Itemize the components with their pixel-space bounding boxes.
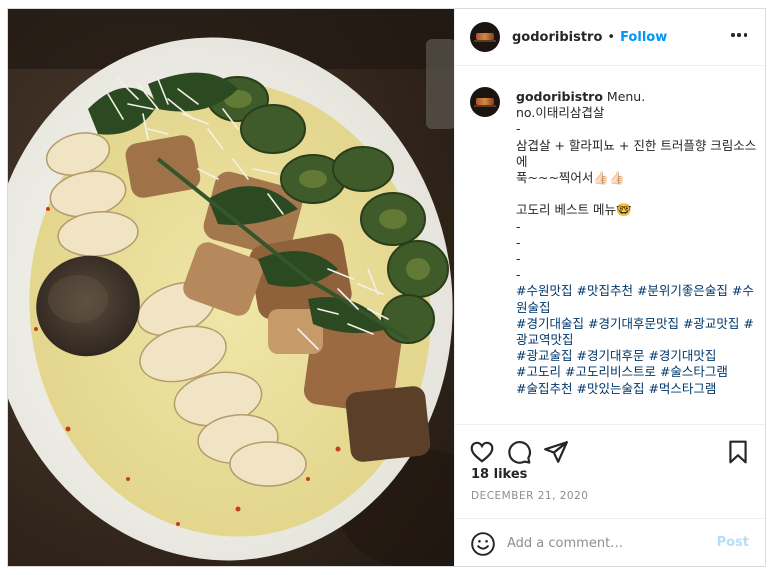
smiley-icon[interactable] [470,531,496,557]
hashtag-link[interactable]: #수 [732,283,754,298]
hashtag-link[interactable]: #분위기좋은술집 [637,283,728,298]
caption-line: - [516,251,760,267]
caption-line-text: - [516,234,521,250]
separator-dot: • [607,29,616,45]
comment-form: Post [455,518,765,566]
caption-line: - [516,267,760,283]
caption-line-text: no.이태리삼겹살 [516,105,605,121]
comment-icon[interactable] [506,439,532,465]
hashtag-line: #고도리 #고도리비스트로 #술스타그램 [516,364,760,380]
caption-text: godoribistro Menu. no.이태리삼겹살 - 삼겹살 + 할라피뇨 +… [516,89,760,397]
caption-line-text: - [516,218,521,234]
hashtag-line: #수원맛집 #맛집추천 #분위기좋은술집 #수 [516,283,760,299]
hashtag-link[interactable]: #술집추천 [516,381,572,396]
caption-line: - [516,219,760,235]
hashtag-link[interactable]: 원술집 [516,300,551,315]
post-date[interactable]: DECEMBER 21, 2020 [471,490,588,502]
caption-line: godoribistro Menu. [516,89,760,105]
avatar[interactable] [470,22,500,52]
username-link[interactable]: godoribistro [512,30,602,45]
instagram-post: godoribistro • Follow godoribistro Menu.… [7,8,766,567]
caption-line: - [516,121,760,137]
hashtag-line: #술집추천 #맛있는술집 #먹스타그램 [516,381,760,397]
caption-line-text: 에 [516,153,528,169]
food-photo-illustration [8,9,454,566]
caption-lines: godoribistro Menu. no.이태리삼겹살 - 삼겹살 + 할라피뇨 +… [516,89,760,397]
comment-input[interactable] [507,533,697,553]
caption-line-text: Menu. [606,89,646,104]
hashtag-link[interactable]: #광교술집 [516,348,572,363]
caption-line-text: 삼겹살 + 할라피뇨 + 진한 트러플향 크림소스 [516,137,757,153]
hashtag-link[interactable]: #맛집추천 [576,283,632,298]
caption-line-text: - [516,251,521,267]
caption-line: 고도리 베스트 메뉴🤓 [516,202,760,218]
hashtag-link[interactable]: #술스타그램 [660,364,728,379]
hashtag-link[interactable]: #고도리 [516,364,561,379]
caption-line: no.이태리삼겹살 [516,105,760,121]
bookmark-icon[interactable] [725,439,751,465]
hashtag-link[interactable]: #경기대술집 [516,316,584,331]
caption-line: - [516,235,760,251]
hashtag-link[interactable]: #고도리비스트로 [565,364,656,379]
hashtag-line: #광교술집 #경기대후문 #경기대맛집 [516,348,760,364]
hashtag-line: 원술집 [516,300,760,316]
hashtag-link[interactable]: #맛있는술집 [576,381,644,396]
post-side-panel: godoribistro • Follow godoribistro Menu.… [454,9,765,566]
post-photo[interactable] [8,9,454,566]
caption-line-text: - [516,267,521,283]
hashtag-line: #경기대술집 #경기대후문맛집 #광교맛집 # [516,316,760,332]
more-horizontal-icon[interactable] [731,33,747,37]
hashtag-link[interactable]: #경기대맛집 [648,348,716,363]
hashtag-link[interactable]: #경기대후문 [576,348,644,363]
post-header: godoribistro • Follow [455,9,765,66]
caption-line: 에 [516,154,760,170]
caption-username-link[interactable]: godoribistro [516,89,603,104]
caption-line-text: 고도리 베스트 메뉴🤓 [516,202,632,218]
caption-line-text: 푹~~~찍어서👍🏻👍🏻 [516,170,625,186]
caption-avatar[interactable] [470,87,500,117]
hashtag-link[interactable]: 광교역맛집 [516,332,574,347]
hashtag-line: 광교역맛집 [516,332,760,348]
likes-count[interactable]: 18 likes [471,467,527,482]
caption-line: 푹~~~찍어서👍🏻👍🏻 [516,170,760,186]
hashtag-link[interactable]: #수원맛집 [516,283,572,298]
hashtag-link[interactable]: #경기대후문맛집 [588,316,679,331]
follow-button[interactable]: Follow [620,30,667,45]
post-comment-button[interactable]: Post [717,535,749,550]
hashtag-link[interactable]: #광교맛집 [683,316,739,331]
heart-icon[interactable] [469,439,495,465]
caption: godoribistro Menu. no.이태리삼겹살 - 삼겹살 + 할라피뇨 +… [470,87,760,397]
caption-line [516,186,760,202]
paper-plane-icon[interactable] [543,439,569,465]
hashtag-link[interactable]: # [743,316,753,331]
caption-line-text: - [516,121,521,137]
hashtag-link[interactable]: #먹스타그램 [648,381,716,396]
caption-line: 삼겹살 + 할라피뇨 + 진한 트러플향 크림소스 [516,138,760,154]
